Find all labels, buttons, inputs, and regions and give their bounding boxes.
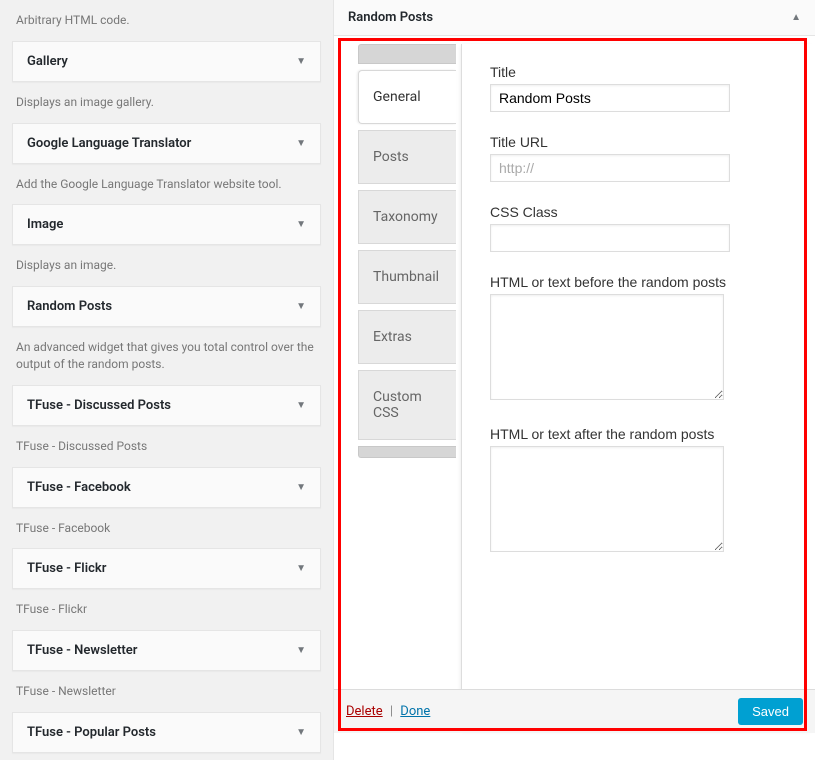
tab-content: Title Title URL CSS Class HTML or text b… [461,44,815,733]
caret-down-icon: ▼ [296,482,306,493]
widget-label: Image [27,217,63,232]
widget-label: TFuse - Discussed Posts [27,398,171,413]
separator: | [390,704,393,719]
widget-description: TFuse - Discussed Posts [12,426,321,467]
after-text-input[interactable] [490,446,724,552]
title-input[interactable] [490,84,730,112]
tab-posts[interactable]: Posts [358,130,456,184]
caret-up-icon: ▲ [791,12,801,23]
widget-google-translator[interactable]: Google Language Translator ▼ [12,123,321,164]
tab-decor-bottom [358,446,456,458]
widget-label: Random Posts [27,299,112,314]
widget-image[interactable]: Image ▼ [12,204,321,245]
tab-taxonomy[interactable]: Taxonomy [358,190,456,244]
caret-down-icon: ▼ [296,645,306,656]
caret-down-icon: ▼ [296,219,306,230]
widget-description: TFuse - Flickr [12,589,321,630]
delete-link[interactable]: Delete [346,704,383,719]
tab-custom-css[interactable]: Custom CSS [358,370,456,440]
caret-down-icon: ▼ [296,400,306,411]
tab-extras[interactable]: Extras [358,310,456,364]
widget-description: An advanced widget that gives you total … [12,327,321,385]
widget-description: Displays an image. [12,245,321,286]
caret-down-icon: ▼ [296,563,306,574]
widget-label: TFuse - Flickr [27,561,106,576]
done-link[interactable]: Done [400,704,430,719]
widget-tfuse-discussed[interactable]: TFuse - Discussed Posts ▼ [12,385,321,426]
panel-footer: Delete | Done Saved [334,689,815,733]
saved-button[interactable]: Saved [738,698,803,725]
widget-label: TFuse - Facebook [27,480,131,495]
css-class-label: CSS Class [490,204,775,220]
panel-header[interactable]: Random Posts ▲ [334,0,815,36]
widgets-sidebar: Arbitrary HTML code. Gallery ▼ Displays … [0,0,333,760]
widget-tfuse-popular[interactable]: TFuse - Popular Posts ▼ [12,712,321,753]
before-text-input[interactable] [490,294,724,400]
widget-description: Displays an image gallery. [12,82,321,123]
widget-gallery[interactable]: Gallery ▼ [12,41,321,82]
widget-description: TFuse - Newsletter [12,671,321,712]
title-url-input[interactable] [490,154,730,182]
before-text-label: HTML or text before the random posts [490,274,775,290]
widget-description: TFuse - Facebook [12,508,321,549]
caret-down-icon: ▼ [296,56,306,67]
widget-tfuse-flickr[interactable]: TFuse - Flickr ▼ [12,548,321,589]
widget-tfuse-facebook[interactable]: TFuse - Facebook ▼ [12,467,321,508]
widget-tfuse-newsletter[interactable]: TFuse - Newsletter ▼ [12,630,321,671]
widget-description: Add the Google Language Translator websi… [12,164,321,205]
widget-label: TFuse - Newsletter [27,643,137,658]
widget-label: Google Language Translator [27,136,191,151]
widget-label: Gallery [27,54,68,69]
widget-label: TFuse - Popular Posts [27,725,156,740]
panel-title: Random Posts [348,10,433,25]
tabs-column: General Posts Taxonomy Thumbnail Extras … [334,44,462,733]
title-url-label: Title URL [490,134,775,150]
after-text-label: HTML or text after the random posts [490,426,775,442]
caret-down-icon: ▼ [296,727,306,738]
caret-down-icon: ▼ [296,138,306,149]
tab-thumbnail[interactable]: Thumbnail [358,250,456,304]
widget-random-posts[interactable]: Random Posts ▼ [12,286,321,327]
css-class-input[interactable] [490,224,730,252]
tab-decor-top [358,44,456,64]
widget-description: Arbitrary HTML code. [12,0,321,41]
widget-settings-panel: Random Posts ▲ General Posts Taxonomy Th… [333,0,815,760]
title-label: Title [490,64,775,80]
tab-general[interactable]: General [358,70,456,124]
caret-down-icon: ▼ [296,301,306,312]
